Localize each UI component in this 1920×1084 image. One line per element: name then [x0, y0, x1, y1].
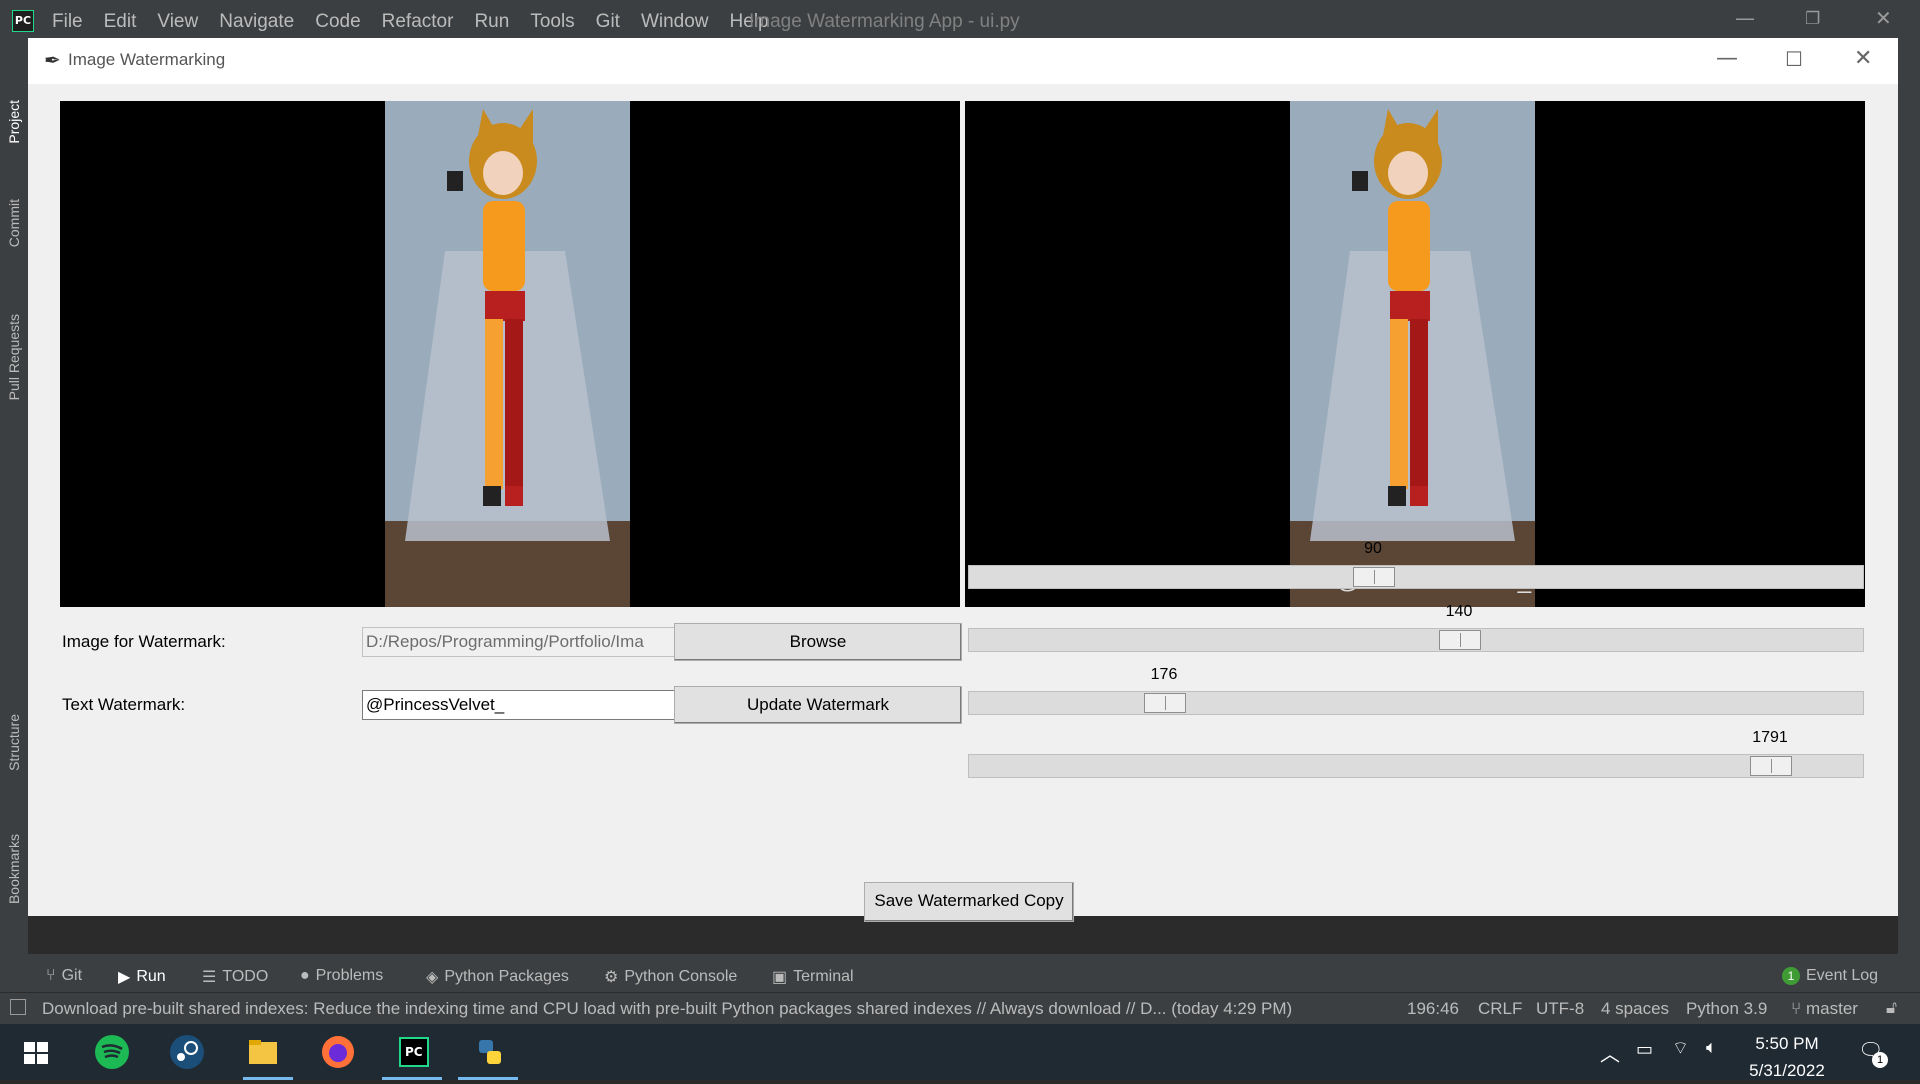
- svg-text:PC: PC: [405, 1045, 423, 1059]
- ide-window-title: Image Watermarking App - ui.py: [749, 11, 1020, 32]
- volume-icon[interactable]: 🔈︎: [1706, 1037, 1717, 1058]
- tool-tab-git[interactable]: ⑂ Git: [46, 967, 82, 985]
- text-watermark-input[interactable]: @PrincessVelvet_: [362, 690, 702, 720]
- caret-position[interactable]: 196:46: [1407, 999, 1459, 1019]
- status-bar: Download pre-built shared indexes: Reduc…: [0, 992, 1920, 1025]
- watermarked-image-canvas: @PrincessVelvet_: [965, 101, 1865, 607]
- slider-value: 140: [1445, 603, 1473, 620]
- firefox-icon[interactable]: [318, 1032, 358, 1072]
- slider-thumb[interactable]: [1144, 693, 1186, 713]
- left-tool-strip: Project Commit Pull Requests Structure B…: [0, 44, 28, 954]
- panel-toggle-icon[interactable]: [10, 999, 26, 1015]
- steam-icon[interactable]: [167, 1032, 207, 1072]
- menu-file[interactable]: File: [52, 11, 83, 33]
- git-branch-icon: ⑂: [1791, 999, 1802, 1018]
- terminal-icon: ▣: [772, 969, 788, 986]
- event-count-badge: 1: [1782, 967, 1800, 985]
- slider-thumb[interactable]: [1439, 630, 1481, 650]
- right-tool-strip: [1898, 44, 1920, 954]
- tool-tab-python-packages[interactable]: ◈ Python Packages: [426, 967, 569, 987]
- image-label: Image for Watermark:: [62, 632, 226, 651]
- event-log-button[interactable]: 1 Event Log: [1782, 967, 1878, 985]
- slider-thumb[interactable]: [1353, 567, 1395, 587]
- indent-setting[interactable]: 4 spaces: [1601, 999, 1669, 1019]
- problems-icon: ●: [300, 967, 310, 984]
- tool-tab-run[interactable]: ▶ Run: [118, 967, 166, 987]
- tab-project[interactable]: Project: [6, 100, 22, 144]
- menu-edit[interactable]: Edit: [104, 11, 137, 33]
- layers-icon: ◈: [426, 969, 439, 986]
- notification-count-badge: 1: [1872, 1052, 1888, 1068]
- slider-trough[interactable]: [968, 628, 1864, 652]
- text-watermark-label: Text Watermark:: [62, 695, 186, 714]
- menu-refactor[interactable]: Refactor: [382, 11, 454, 33]
- slider-value: 1791: [1752, 729, 1788, 746]
- menu-code[interactable]: Code: [315, 11, 360, 33]
- update-watermark-button[interactable]: Update Watermark: [674, 686, 962, 724]
- slider-trough[interactable]: [968, 754, 1864, 778]
- slider-trough[interactable]: [968, 565, 1864, 589]
- slider-value: 90: [1364, 540, 1382, 557]
- close-icon[interactable]: ✕: [1875, 6, 1892, 30]
- minimize-icon[interactable]: —: [1735, 6, 1755, 30]
- app-minimize-icon[interactable]: —: [1716, 46, 1738, 71]
- lock-icon[interactable]: 🔓︎: [1886, 998, 1897, 1018]
- tool-tab-todo[interactable]: ☰ TODO: [202, 967, 268, 987]
- python-app-icon[interactable]: [470, 1032, 510, 1072]
- app-window: ✒ Image Watermarking — ☐ ✕ Image for Wat…: [28, 38, 1898, 922]
- interpreter[interactable]: Python 3.9: [1686, 999, 1767, 1019]
- clock[interactable]: 5:50 PM 5/31/2022: [1722, 1030, 1852, 1084]
- app-maximize-icon[interactable]: ☐: [1785, 47, 1803, 71]
- tray-chevron-icon[interactable]: ︿: [1600, 1038, 1620, 1067]
- battery-icon[interactable]: ▭: [1636, 1039, 1653, 1060]
- status-message[interactable]: Download pre-built shared indexes: Reduc…: [42, 999, 1292, 1019]
- git-branch-icon: ⑂: [46, 967, 56, 984]
- app-title: Image Watermarking: [68, 50, 226, 69]
- spotify-icon[interactable]: [92, 1032, 132, 1072]
- tool-tab-terminal[interactable]: ▣ Terminal: [772, 967, 854, 987]
- tab-bookmarks[interactable]: Bookmarks: [6, 834, 22, 904]
- menu-view[interactable]: View: [157, 11, 198, 33]
- clock-time: 5:50 PM: [1755, 1034, 1819, 1053]
- wifi-icon[interactable]: ⌔: [1672, 1037, 1689, 1060]
- watermarked-image: @PrincessVelvet_: [1290, 101, 1535, 607]
- line-separator[interactable]: CRLF: [1478, 999, 1522, 1019]
- menu-run[interactable]: Run: [474, 11, 509, 33]
- original-image-canvas: [60, 101, 960, 607]
- file-encoding[interactable]: UTF-8: [1536, 999, 1584, 1019]
- tool-tab-python-console[interactable]: ⚙ Python Console: [604, 967, 737, 987]
- browse-button[interactable]: Browse: [674, 623, 962, 661]
- list-icon: ☰: [202, 969, 217, 986]
- menu-window[interactable]: Window: [641, 11, 709, 33]
- slider-thumb[interactable]: [1750, 756, 1792, 776]
- python-icon: ⚙: [604, 969, 619, 986]
- menu-tools[interactable]: Tools: [530, 11, 574, 33]
- menu-git[interactable]: Git: [596, 11, 620, 33]
- pycharm-logo-icon: PC: [12, 10, 34, 32]
- run-icon: ▶: [118, 969, 131, 986]
- original-image: [385, 101, 630, 607]
- tool-tab-problems[interactable]: ● Problems: [300, 967, 383, 985]
- app-titlebar: ✒ Image Watermarking — ☐ ✕: [28, 38, 1898, 84]
- slider-trough[interactable]: [968, 691, 1864, 715]
- windows-start-icon[interactable]: [16, 1032, 56, 1072]
- slider-value: 176: [1150, 666, 1178, 683]
- menu-navigate[interactable]: Navigate: [219, 11, 294, 33]
- app-close-icon[interactable]: ✕: [1854, 46, 1872, 71]
- save-button[interactable]: Save Watermarked Copy: [864, 882, 1074, 922]
- pycharm-icon[interactable]: PC: [394, 1032, 434, 1072]
- tab-pull-requests[interactable]: Pull Requests: [6, 314, 22, 400]
- tab-structure[interactable]: Structure: [6, 714, 22, 771]
- menubar: File Edit View Navigate Code Refactor Run Tools…: [52, 11, 769, 33]
- tab-commit[interactable]: Commit: [6, 199, 22, 247]
- feather-icon: ✒: [44, 50, 61, 72]
- restore-icon[interactable]: ❐: [1805, 9, 1820, 29]
- taskbar: PC ︿ ▭ ⌔ 🔈︎ 5:50 PM 5/31/2022 🗨︎ 1: [0, 1024, 1920, 1080]
- git-branch[interactable]: master: [1806, 999, 1858, 1019]
- file-explorer-icon[interactable]: [243, 1032, 283, 1072]
- image-path-field[interactable]: D:/Repos/Programming/Portfolio/Ima: [362, 627, 702, 657]
